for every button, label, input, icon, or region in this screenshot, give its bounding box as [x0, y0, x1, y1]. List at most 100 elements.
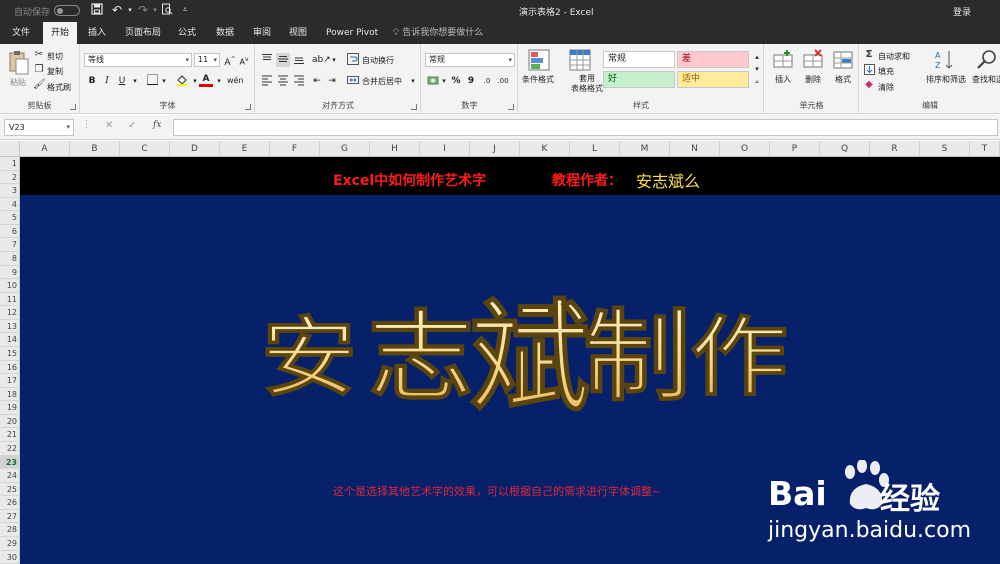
borders-dropdown-icon[interactable]: ▾ [157, 74, 171, 88]
save-icon[interactable] [90, 3, 104, 17]
row-header-8[interactable]: 8 [0, 252, 20, 266]
wrap-text-button[interactable]: 自动换行 [362, 55, 394, 66]
row-header-21[interactable]: 21 [0, 428, 20, 442]
style-normal[interactable]: 常规 [603, 51, 675, 68]
format-cells-button[interactable]: 格式 [835, 74, 851, 85]
sort-filter-button[interactable]: 排序和筛选 [926, 74, 966, 85]
row-header-17[interactable]: 17 [0, 374, 20, 388]
insert-cells-button[interactable]: 插入 [775, 74, 791, 85]
clear-button[interactable]: 清除 [878, 82, 894, 93]
cut-button[interactable]: 剪切 [47, 51, 63, 62]
tab-review[interactable]: 审阅 [251, 22, 273, 44]
fill-button[interactable]: 填充 [878, 66, 894, 77]
tab-insert[interactable]: 插入 [86, 22, 108, 44]
row-header-18[interactable]: 18 [0, 388, 20, 402]
column-header-g[interactable]: G [320, 141, 370, 157]
fill-color-icon[interactable] [175, 74, 189, 88]
styles-more-icon[interactable]: ⩡ [750, 75, 764, 89]
row-header-4[interactable]: 4 [0, 198, 20, 212]
row-header-7[interactable]: 7 [0, 238, 20, 252]
clipboard-launcher-icon[interactable] [70, 104, 76, 110]
row-header-20[interactable]: 20 [0, 415, 20, 429]
column-header-r[interactable]: R [870, 141, 920, 157]
align-middle-icon[interactable] [276, 53, 290, 67]
row-header-10[interactable]: 10 [0, 279, 20, 293]
copy-button[interactable]: 复制 [47, 66, 63, 77]
column-header-f[interactable]: F [270, 141, 320, 157]
decrease-decimal-icon[interactable]: .00 [496, 74, 510, 88]
decrease-font-icon[interactable]: Av [237, 53, 251, 67]
row-header-14[interactable]: 14 [0, 333, 20, 347]
row-header-28[interactable]: 28 [0, 523, 20, 537]
delete-cells-icon[interactable] [803, 49, 825, 71]
format-cells-icon[interactable] [833, 49, 855, 71]
font-name-select[interactable]: 等线 [84, 53, 192, 67]
style-bad[interactable]: 差 [677, 51, 749, 68]
align-right-icon[interactable] [292, 74, 306, 88]
decrease-indent-icon[interactable]: ⇤ [310, 74, 324, 88]
row-header-9[interactable]: 9 [0, 266, 20, 280]
align-top-icon[interactable] [260, 53, 274, 67]
styles-scroll-down-icon[interactable]: ▾ [750, 62, 764, 76]
format-as-table-button[interactable]: 套用 表格格式 [571, 74, 603, 94]
column-header-e[interactable]: E [220, 141, 270, 157]
column-header-j[interactable]: J [470, 141, 520, 157]
bold-button[interactable]: B [85, 74, 99, 88]
row-header-23[interactable]: 23 [0, 455, 20, 470]
select-all-corner[interactable] [0, 141, 20, 157]
column-header-n[interactable]: N [670, 141, 720, 157]
row-header-2[interactable]: 2 [0, 171, 20, 185]
name-box[interactable]: V23 [4, 119, 74, 136]
format-as-table-icon[interactable] [569, 49, 591, 71]
row-header-13[interactable]: 13 [0, 320, 20, 334]
column-header-b[interactable]: B [70, 141, 120, 157]
row-header-19[interactable]: 19 [0, 401, 20, 415]
merge-center-button[interactable]: 合并后居中 [362, 76, 402, 87]
conditional-format-button[interactable]: 条件格式 [522, 74, 554, 85]
wrap-text-icon[interactable] [346, 53, 360, 67]
style-neutral[interactable]: 适中 [677, 71, 749, 88]
number-format-select[interactable]: 常规 [425, 53, 515, 67]
column-header-p[interactable]: P [770, 141, 820, 157]
row-header-29[interactable]: 29 [0, 537, 20, 551]
cancel-entry-icon[interactable]: ✕ [105, 120, 113, 131]
row-header-15[interactable]: 15 [0, 347, 20, 361]
row-header-27[interactable]: 27 [0, 510, 20, 524]
orientation-dropdown-icon[interactable]: ▾ [327, 53, 341, 67]
insert-function-button[interactable]: fx [153, 120, 161, 130]
underline-button[interactable]: U [115, 74, 129, 88]
paste-label[interactable]: 粘贴 [10, 77, 26, 88]
clear-icon[interactable]: ◆ [863, 79, 875, 91]
row-header-11[interactable]: 11 [0, 293, 20, 307]
tab-formulas[interactable]: 公式 [176, 22, 198, 44]
column-header-m[interactable]: M [620, 141, 670, 157]
tab-data[interactable]: 数据 [214, 22, 236, 44]
row-header-24[interactable]: 24 [0, 469, 20, 483]
find-select-button[interactable]: 查找和选择 [972, 74, 1000, 85]
percent-button[interactable]: % [449, 74, 463, 88]
row-header-6[interactable]: 6 [0, 225, 20, 239]
sort-filter-icon[interactable]: AZ [934, 49, 956, 71]
column-header-h[interactable]: H [370, 141, 420, 157]
undo-dropdown-icon[interactable]: ▾ [123, 3, 137, 17]
comma-style-button[interactable]: 9 [464, 74, 478, 88]
row-header-5[interactable]: 5 [0, 211, 20, 225]
autosum-icon[interactable]: Σ [863, 49, 875, 61]
column-header-i[interactable]: I [420, 141, 470, 157]
increase-decimal-icon[interactable]: .0 [480, 74, 494, 88]
column-header-t[interactable]: T [970, 141, 1000, 157]
format-painter-button[interactable]: 格式刷 [47, 82, 71, 93]
font-size-select[interactable]: 11 [194, 53, 220, 67]
increase-indent-icon[interactable]: ⇥ [325, 74, 339, 88]
align-left-icon[interactable] [260, 74, 274, 88]
insert-cells-icon[interactable] [773, 49, 795, 71]
tab-page-layout[interactable]: 页面布局 [123, 22, 163, 44]
row-header-26[interactable]: 26 [0, 496, 20, 510]
column-header-s[interactable]: S [920, 141, 970, 157]
align-bottom-icon[interactable] [292, 53, 306, 67]
underline-dropdown-icon[interactable]: ▾ [128, 74, 142, 88]
tab-power-pivot[interactable]: Power Pivot [324, 22, 380, 44]
merge-center-icon[interactable] [346, 74, 360, 88]
format-painter-icon[interactable]: 🖌︎ [33, 79, 46, 91]
worksheet-grid[interactable]: Excel中如何制作艺术字 教程作者： 安志斌么 安 志 斌 制 作 这个是选择… [20, 157, 1000, 564]
